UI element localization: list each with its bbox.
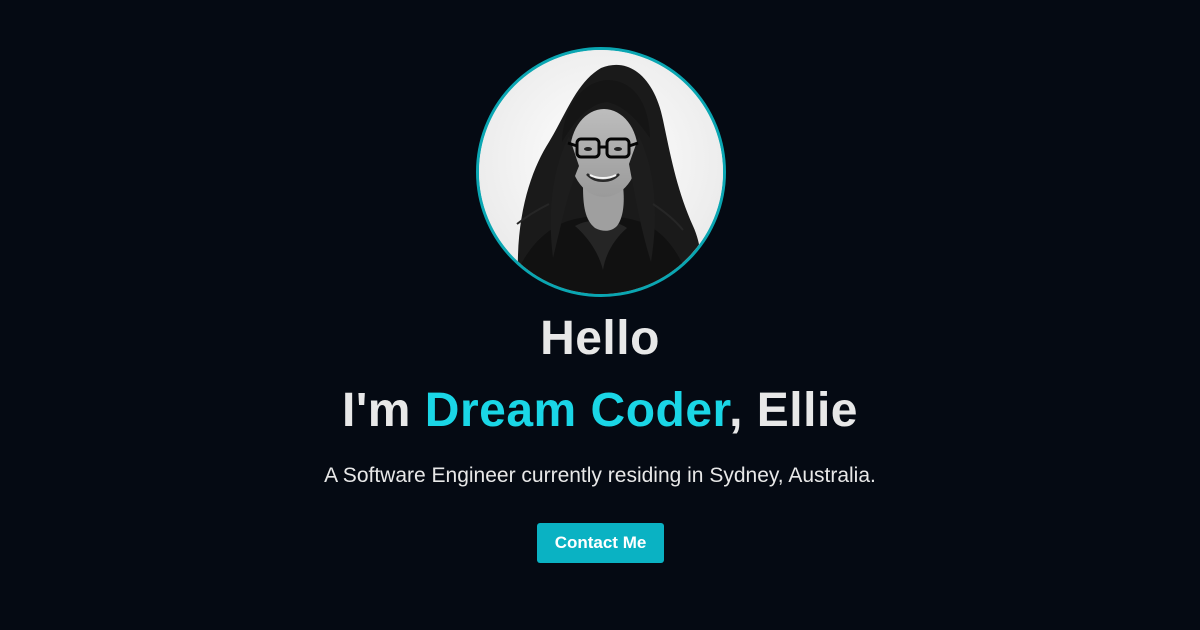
- headline-highlight: Dream Coder: [424, 384, 730, 437]
- headline: I'm Dream Coder, Ellie: [0, 379, 1200, 443]
- headline-prefix: I'm: [342, 384, 425, 437]
- contact-me-button[interactable]: Contact Me: [537, 523, 664, 563]
- greeting: Hello: [540, 312, 660, 365]
- description: A Software Engineer currently residing i…: [324, 464, 876, 487]
- avatar: [476, 47, 726, 297]
- headline-suffix: , Ellie: [729, 384, 858, 437]
- hero-section: Hello I'm Dream Coder, Ellie A Software …: [0, 0, 1200, 630]
- portrait-image: [479, 50, 723, 294]
